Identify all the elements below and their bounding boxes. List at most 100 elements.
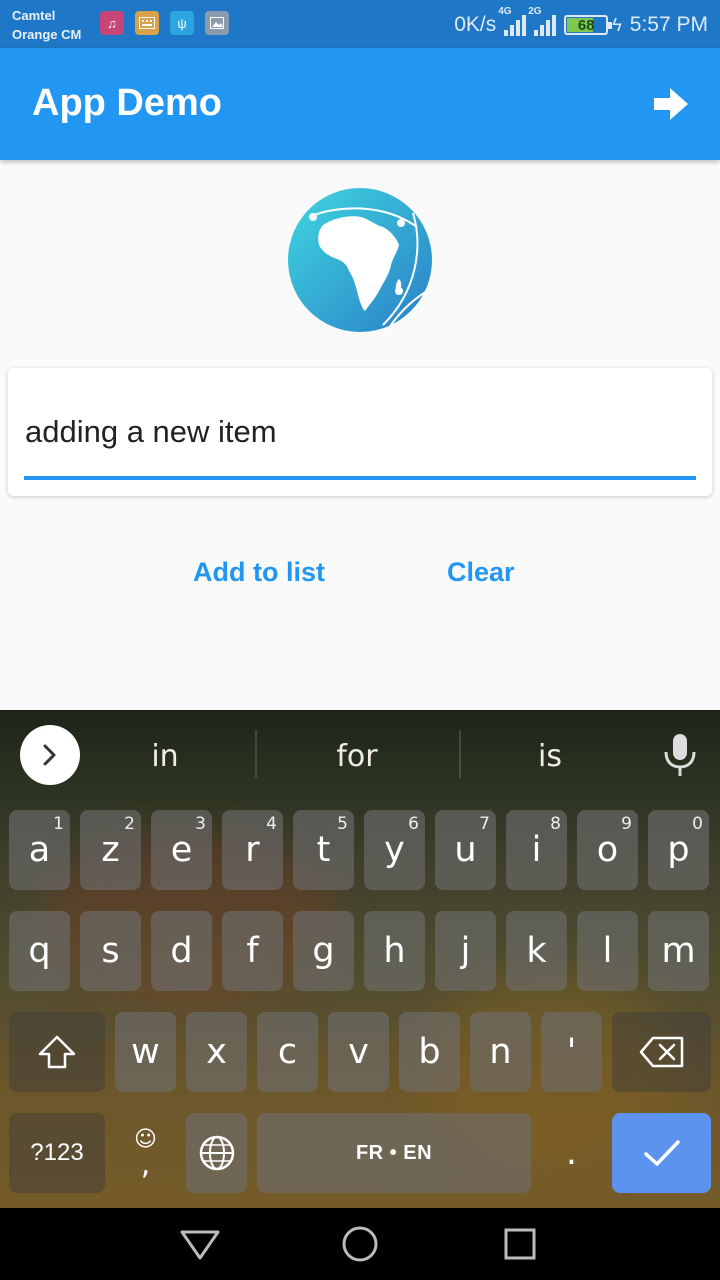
key-q[interactable]: q xyxy=(9,911,70,991)
key-n[interactable]: n xyxy=(470,1012,531,1092)
key-i[interactable]: i8 xyxy=(506,810,567,890)
key-u[interactable]: u7 xyxy=(435,810,496,890)
suggestion-divider xyxy=(255,730,257,778)
network-speed: 0K/s xyxy=(454,13,497,36)
globe-icon xyxy=(199,1135,234,1171)
key-label: z xyxy=(101,830,120,870)
music-icon: ♫ xyxy=(100,11,124,35)
clear-button[interactable]: Clear xyxy=(447,548,515,596)
key-g[interactable]: g xyxy=(293,911,354,991)
expand-toolbar-button[interactable] xyxy=(20,725,80,785)
keyboard-icon xyxy=(135,11,159,35)
africa-globe-icon xyxy=(288,188,432,332)
carrier-name-1: Camtel xyxy=(12,8,56,23)
suggestion-1[interactable]: in xyxy=(110,732,220,782)
key-label: i xyxy=(531,830,542,870)
suggestion-3[interactable]: is xyxy=(495,732,605,782)
app-bar: App Demo xyxy=(0,48,720,160)
add-to-list-button[interactable]: Add to list xyxy=(193,548,325,596)
battery-icon: 68 xyxy=(564,15,613,35)
key-hint: 1 xyxy=(53,814,64,834)
key-s[interactable]: s xyxy=(80,911,141,991)
item-input[interactable] xyxy=(24,404,696,480)
back-triangle-icon xyxy=(180,1230,220,1260)
backspace-key[interactable] xyxy=(612,1012,711,1092)
key-hint: 8 xyxy=(550,814,561,834)
key-k[interactable]: k xyxy=(506,911,567,991)
navigation-bar xyxy=(0,1208,720,1280)
microphone-button[interactable] xyxy=(662,732,698,778)
status-bar: Camtel Orange CM ♫ ψ 0K/s 4G 2G 68 ϟ 5:5… xyxy=(0,0,720,48)
key-c[interactable]: c xyxy=(257,1012,318,1092)
space-bar[interactable]: FR • EN xyxy=(257,1113,531,1193)
back-button[interactable] xyxy=(178,1224,222,1264)
suggestion-2[interactable]: for xyxy=(292,732,422,782)
recents-square-icon xyxy=(504,1228,536,1260)
key-hint: 5 xyxy=(337,814,348,834)
key-label: t xyxy=(316,830,331,870)
recents-button[interactable] xyxy=(498,1224,542,1264)
carrier-info: Camtel Orange CM xyxy=(12,6,81,44)
network-type-1: 4G xyxy=(498,6,512,17)
africa-globe-logo xyxy=(287,187,433,333)
key-t[interactable]: t5 xyxy=(293,810,354,890)
clock: 5:57 PM xyxy=(629,13,708,36)
comma-label: , xyxy=(140,1147,151,1182)
symbols-key[interactable]: ?123 xyxy=(9,1113,105,1193)
status-indicators: 0K/s 4G 2G 68 ϟ 5:57 PM xyxy=(454,6,708,42)
microphone-icon xyxy=(664,734,696,776)
exit-arrow-button[interactable] xyxy=(652,86,692,122)
image-icon xyxy=(205,11,229,35)
key-o[interactable]: o9 xyxy=(577,810,638,890)
notification-icons: ♫ ψ xyxy=(100,11,229,35)
key-hint: 9 xyxy=(621,814,632,834)
key-hint: 0 xyxy=(692,814,703,834)
key-w[interactable]: w xyxy=(115,1012,176,1092)
key-hint: 6 xyxy=(408,814,419,834)
key-label: y xyxy=(384,830,405,870)
key-label: p xyxy=(667,830,690,870)
key-x[interactable]: x xyxy=(186,1012,247,1092)
key-h[interactable]: h xyxy=(364,911,425,991)
charging-icon: ϟ xyxy=(612,14,622,35)
backspace-icon xyxy=(639,1036,683,1068)
key-d[interactable]: d xyxy=(151,911,212,991)
key-apostrophe[interactable]: ' xyxy=(541,1012,602,1092)
enter-key[interactable] xyxy=(612,1113,711,1193)
home-button[interactable] xyxy=(338,1224,382,1264)
home-circle-icon xyxy=(342,1226,378,1262)
key-v[interactable]: v xyxy=(328,1012,389,1092)
signal-4g-icon: 4G xyxy=(498,6,527,36)
battery-level: 68 xyxy=(577,16,595,34)
app-title: App Demo xyxy=(32,82,222,124)
signal-2g-icon: 2G xyxy=(528,6,557,36)
key-l[interactable]: l xyxy=(577,911,638,991)
key-label: u xyxy=(454,830,477,870)
period-key[interactable]: . xyxy=(541,1113,602,1193)
key-label: e xyxy=(170,830,193,870)
key-r[interactable]: r4 xyxy=(222,810,283,890)
key-label: a xyxy=(28,830,51,870)
key-hint: 3 xyxy=(195,814,206,834)
usb-icon: ψ xyxy=(170,11,194,35)
language-key[interactable] xyxy=(186,1113,247,1193)
shift-key[interactable] xyxy=(9,1012,105,1092)
key-p[interactable]: p0 xyxy=(648,810,709,890)
key-j[interactable]: j xyxy=(435,911,496,991)
soft-keyboard: in for is a1 z2 e3 r4 t5 y6 u7 i8 o9 p0 … xyxy=(0,710,720,1208)
suggestion-bar: in for is xyxy=(0,710,720,806)
key-y[interactable]: y6 xyxy=(364,810,425,890)
key-b[interactable]: b xyxy=(399,1012,460,1092)
key-label: o xyxy=(596,830,619,870)
key-z[interactable]: z2 xyxy=(80,810,141,890)
key-hint: 2 xyxy=(124,814,135,834)
key-m[interactable]: m xyxy=(648,911,709,991)
exit-arrow-icon xyxy=(654,88,688,120)
key-hint: 4 xyxy=(266,814,277,834)
key-a[interactable]: a1 xyxy=(9,810,70,890)
key-label: r xyxy=(245,830,260,870)
key-e[interactable]: e3 xyxy=(151,810,212,890)
comma-emoji-key[interactable]: ☺ , xyxy=(115,1113,176,1193)
key-f[interactable]: f xyxy=(222,911,283,991)
carrier-name-2: Orange CM xyxy=(12,27,82,42)
